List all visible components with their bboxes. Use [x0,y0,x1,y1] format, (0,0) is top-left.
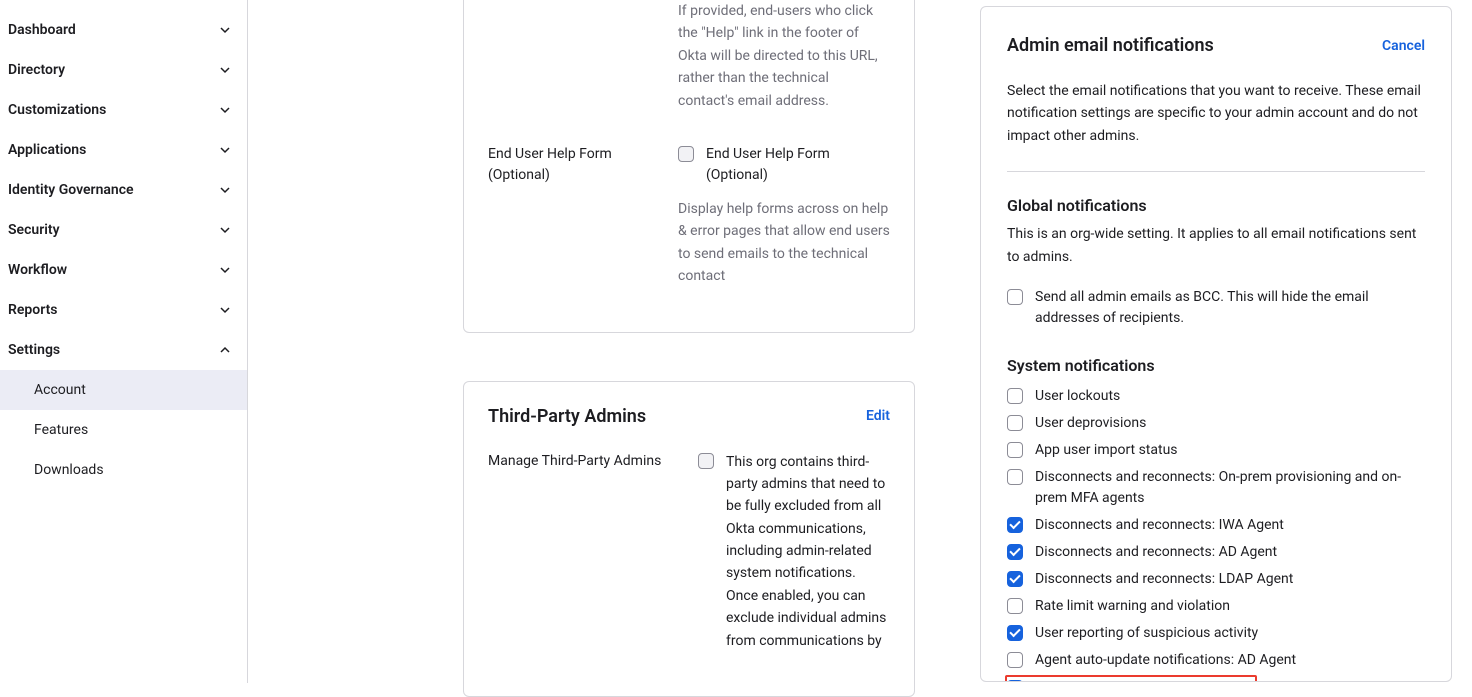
subnav-features[interactable]: Features [0,410,247,450]
system-notification-row: User deprovisions [1007,410,1425,437]
system-notification-label: User deprovisions [1035,413,1146,434]
nav-label: Customizations [8,102,106,118]
system-notification-checkbox[interactable] [1007,680,1023,682]
system-notification-label: Admin performs a protected action [1035,678,1253,682]
center-column: If provided, end-users who click the "He… [268,0,960,683]
system-notification-label: App user import status [1035,440,1178,461]
nav-identity-governance[interactable]: Identity Governance [0,170,247,210]
settings-subnav: Account Features Downloads [0,370,247,490]
bcc-check-row: Send all admin emails as BCC. This will … [1007,284,1425,332]
cancel-button[interactable]: Cancel [1382,38,1425,54]
system-notification-label: Disconnects and reconnects: AD Agent [1035,542,1277,563]
nav-label: Dashboard [8,22,76,38]
nav-reports[interactable]: Reports [0,290,247,330]
nav-label: Identity Governance [8,182,134,198]
help-settings-card: If provided, end-users who click the "He… [463,0,915,333]
system-notifications-list: User lockouts User deprovisions App user i… [1007,383,1425,682]
bcc-checkbox[interactable] [1007,289,1023,305]
help-link-description: If provided, end-users who click the "He… [678,0,890,112]
manage-third-party-row: Manage Third-Party Admins This org conta… [488,451,890,653]
nav-label: Workflow [8,262,67,278]
system-notification-label: Disconnects and reconnects: IWA Agent [1035,515,1284,536]
system-notification-row: Disconnects and reconnects: LDAP Agent [1007,566,1425,593]
global-notifications-description: This is an org-wide setting. It applies … [1007,223,1425,268]
nav-label: Applications [8,142,86,158]
system-notification-checkbox[interactable] [1007,469,1023,485]
chevron-down-icon [219,64,231,76]
chevron-down-icon [219,264,231,276]
system-notification-row: Agent auto-update notifications: AD Agen… [1007,647,1425,674]
bcc-checkbox-label: Send all admin emails as BCC. This will … [1035,287,1425,329]
sidebar: Dashboard Directory Customizations Appli… [0,0,248,683]
system-notification-row: Disconnects and reconnects: On-prem prov… [1007,464,1425,512]
admin-email-notifications-panel: Admin email notifications Cancel Select … [980,6,1452,682]
system-notification-row: User reporting of suspicious activity [1007,620,1425,647]
system-notifications-title: System notifications [1007,356,1425,375]
third-party-title: Third-Party Admins [488,406,646,427]
system-notification-row: User lockouts [1007,383,1425,410]
end-user-help-row: End User Help Form (Optional) End User H… [488,144,890,288]
chevron-down-icon [219,224,231,236]
nav-label: Directory [8,62,65,78]
system-notification-row: Disconnects and reconnects: AD Agent [1007,539,1425,566]
system-notification-checkbox[interactable] [1007,415,1023,431]
edit-button[interactable]: Edit [866,408,890,424]
system-notification-row: App user import status [1007,437,1425,464]
end-user-help-checkbox[interactable] [678,146,694,162]
nav-label: Security [8,222,60,238]
system-notification-checkbox[interactable] [1007,598,1023,614]
notifications-description: Select the email notifications that you … [1007,80,1425,147]
end-user-help-checkbox-label: End User Help Form (Optional) [706,144,890,186]
system-notification-checkbox[interactable] [1007,517,1023,533]
system-notification-checkbox[interactable] [1007,544,1023,560]
system-notification-label: Agent auto-update notifications: AD Agen… [1035,650,1296,671]
chevron-down-icon [219,304,231,316]
end-user-help-description: Display help forms across on help & erro… [678,198,890,288]
system-notification-checkbox[interactable] [1007,388,1023,404]
chevron-down-icon [219,24,231,36]
nav-settings[interactable]: Settings [0,330,247,370]
system-notification-checkbox[interactable] [1007,571,1023,587]
system-notification-row: Disconnects and reconnects: IWA Agent [1007,512,1425,539]
chevron-down-icon [219,184,231,196]
nav-label: Settings [8,342,60,358]
system-notification-label: User reporting of suspicious activity [1035,623,1258,644]
nav-directory[interactable]: Directory [0,50,247,90]
chevron-up-icon [219,344,231,356]
system-notification-row: Rate limit warning and violation [1007,593,1425,620]
nav-customizations[interactable]: Customizations [0,90,247,130]
system-notification-label: Disconnects and reconnects: On-prem prov… [1035,467,1425,509]
nav-label: Reports [8,302,58,318]
main-content: If provided, end-users who click the "He… [248,0,1472,683]
chevron-down-icon [219,144,231,156]
third-party-admins-card: Third-Party Admins Edit Manage Third-Par… [463,381,915,697]
highlighted-notification: Admin performs a protected action [1005,675,1257,682]
nav-applications[interactable]: Applications [0,130,247,170]
end-user-help-label: End User Help Form (Optional) [488,144,658,288]
manage-third-party-checkbox[interactable] [698,453,714,469]
right-column: Admin email notifications Cancel Select … [980,0,1452,683]
global-notifications-title: Global notifications [1007,196,1425,215]
system-notification-label: Rate limit warning and violation [1035,596,1230,617]
nav-dashboard[interactable]: Dashboard [0,10,247,50]
nav-security[interactable]: Security [0,210,247,250]
manage-third-party-description: This org contains third-party admins tha… [726,451,890,653]
subnav-downloads[interactable]: Downloads [0,450,247,490]
subnav-account[interactable]: Account [0,370,247,410]
system-notification-label: Disconnects and reconnects: LDAP Agent [1035,569,1293,590]
manage-third-party-label: Manage Third-Party Admins [488,451,678,653]
divider [1007,171,1425,172]
system-notification-checkbox[interactable] [1007,625,1023,641]
chevron-down-icon [219,104,231,116]
system-notification-label: User lockouts [1035,386,1120,407]
system-notification-row: Admin performs a protected action [1007,678,1253,682]
nav-workflow[interactable]: Workflow [0,250,247,290]
notifications-title: Admin email notifications [1007,35,1214,56]
system-notification-checkbox[interactable] [1007,442,1023,458]
system-notification-checkbox[interactable] [1007,652,1023,668]
